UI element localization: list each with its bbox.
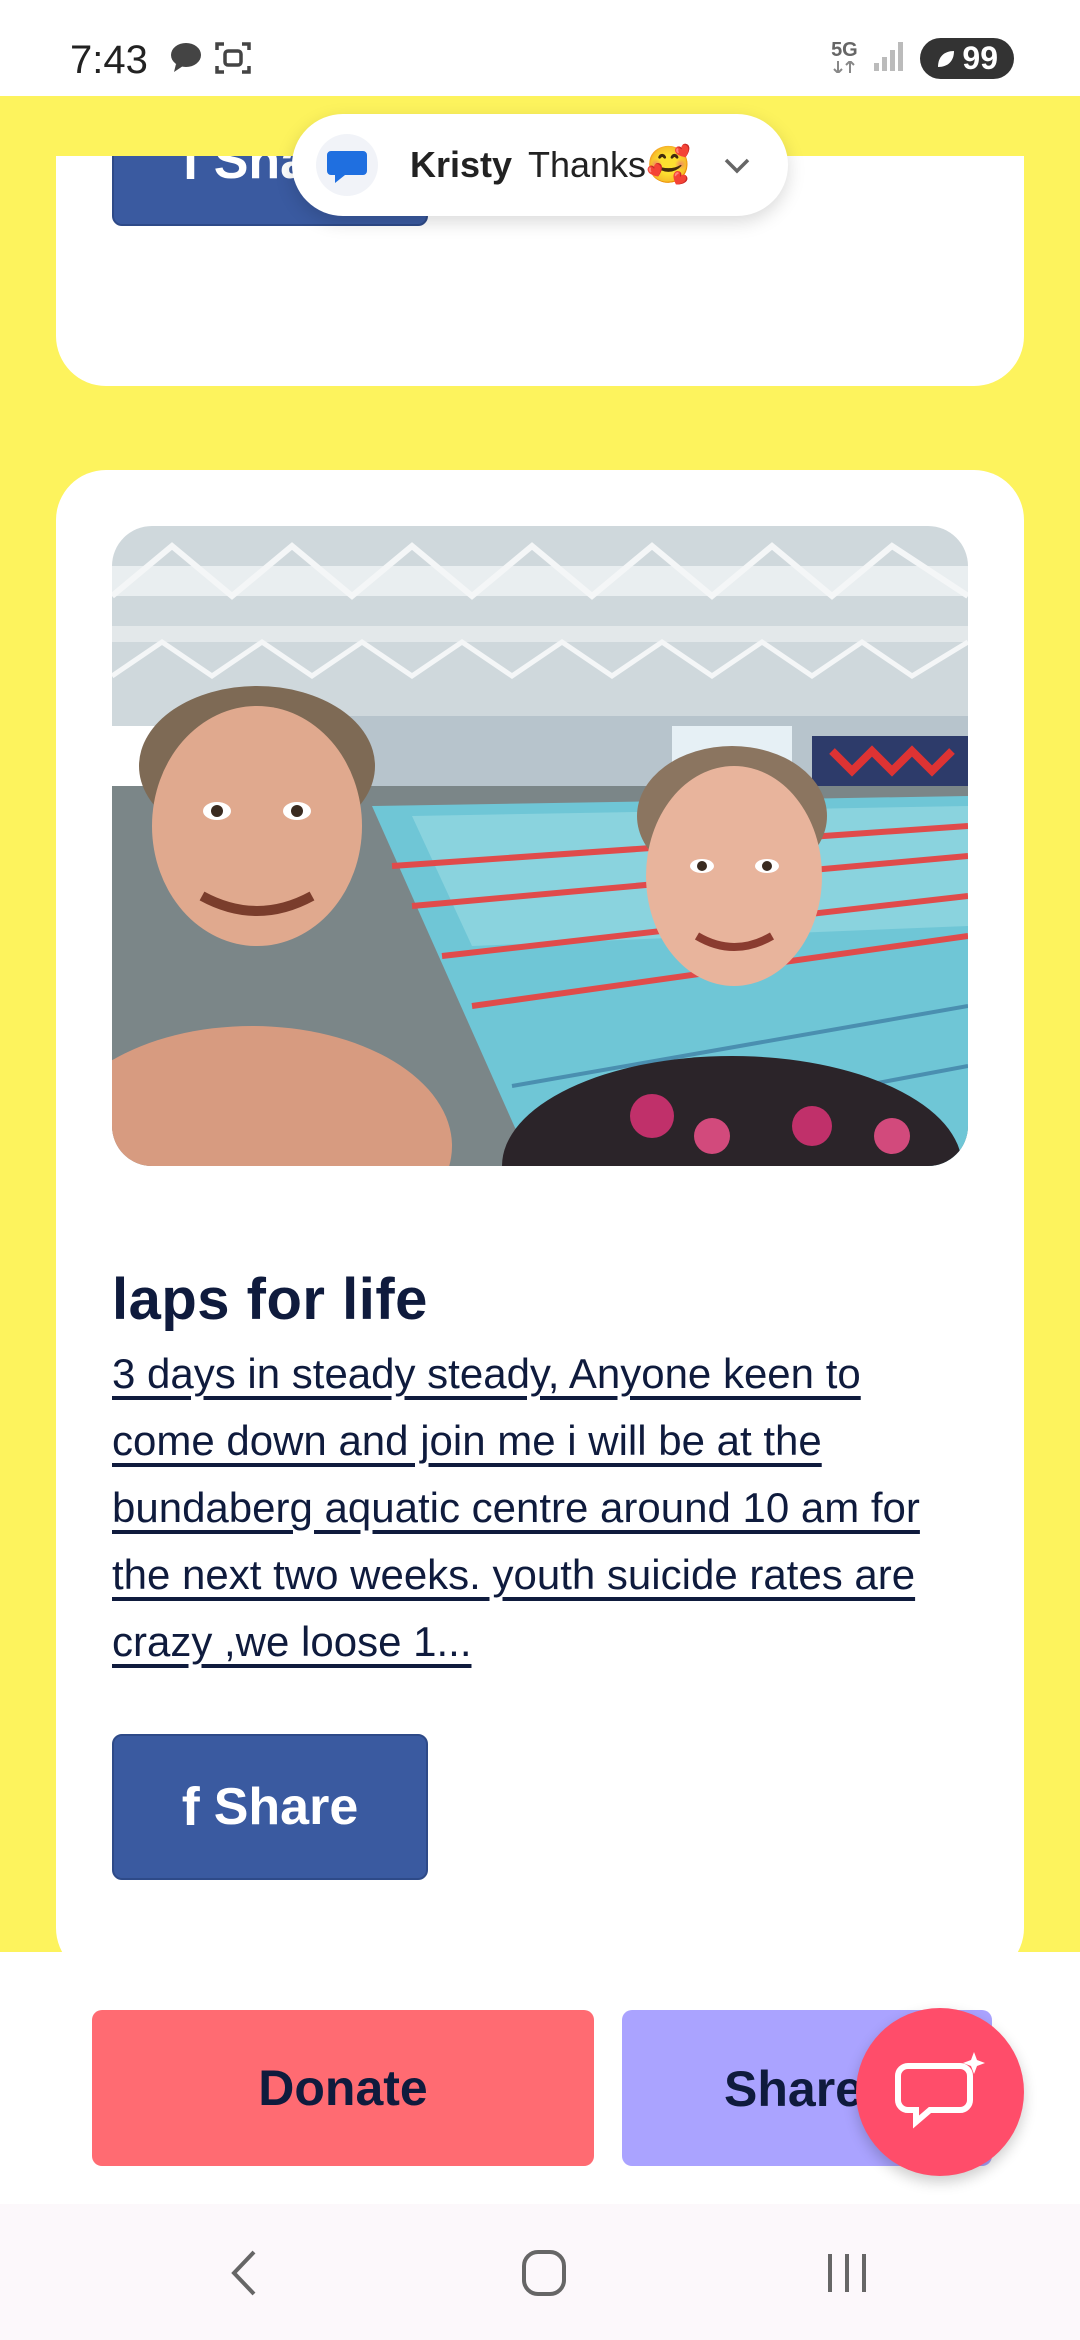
notification-message: Thanks🥰	[528, 144, 691, 185]
chat-button[interactable]	[856, 2008, 1024, 2176]
campaign-photo[interactable]	[112, 526, 968, 1166]
facebook-icon: f	[181, 156, 200, 191]
chat-notification-icon	[168, 40, 204, 81]
back-icon[interactable]	[224, 2248, 264, 2303]
screenshot-icon	[214, 40, 252, 81]
donate-button[interactable]: Donate	[92, 2010, 594, 2166]
facebook-share-button[interactable]: f Share	[112, 1734, 428, 1880]
signal-icon	[872, 39, 906, 78]
status-bar: 7:43 5G 99	[0, 0, 1080, 96]
page-background: f Share laps for life 3 days in steady s…	[0, 96, 1080, 1978]
network-indicator: 5G	[830, 40, 858, 78]
battery-level: 99	[962, 40, 998, 76]
system-navigation-bar	[0, 2204, 1080, 2340]
message-notification[interactable]: Kristy Thanks🥰	[292, 114, 788, 216]
campaign-update-card: laps for life 3 days in steady steady, A…	[56, 470, 1024, 1978]
share-button-label: Share	[724, 2061, 863, 2117]
campaign-title: laps for life	[112, 1267, 428, 1332]
status-time: 7:43	[70, 38, 148, 82]
network-type: 5G	[831, 38, 858, 61]
home-icon[interactable]	[520, 2248, 568, 2303]
facebook-icon: f	[181, 1777, 200, 1837]
recents-icon[interactable]	[824, 2248, 870, 2303]
share-label: Share	[213, 1778, 359, 1836]
campaign-description[interactable]: 3 days in steady steady, Anyone keen to …	[112, 1340, 972, 1675]
battery-saver-icon	[938, 50, 955, 67]
notification-sender: Kristy	[410, 144, 513, 185]
battery-indicator: 99	[920, 38, 1014, 79]
chat-icon	[895, 2052, 985, 2129]
messages-app-icon	[316, 134, 378, 196]
chevron-down-icon[interactable]	[722, 150, 752, 185]
